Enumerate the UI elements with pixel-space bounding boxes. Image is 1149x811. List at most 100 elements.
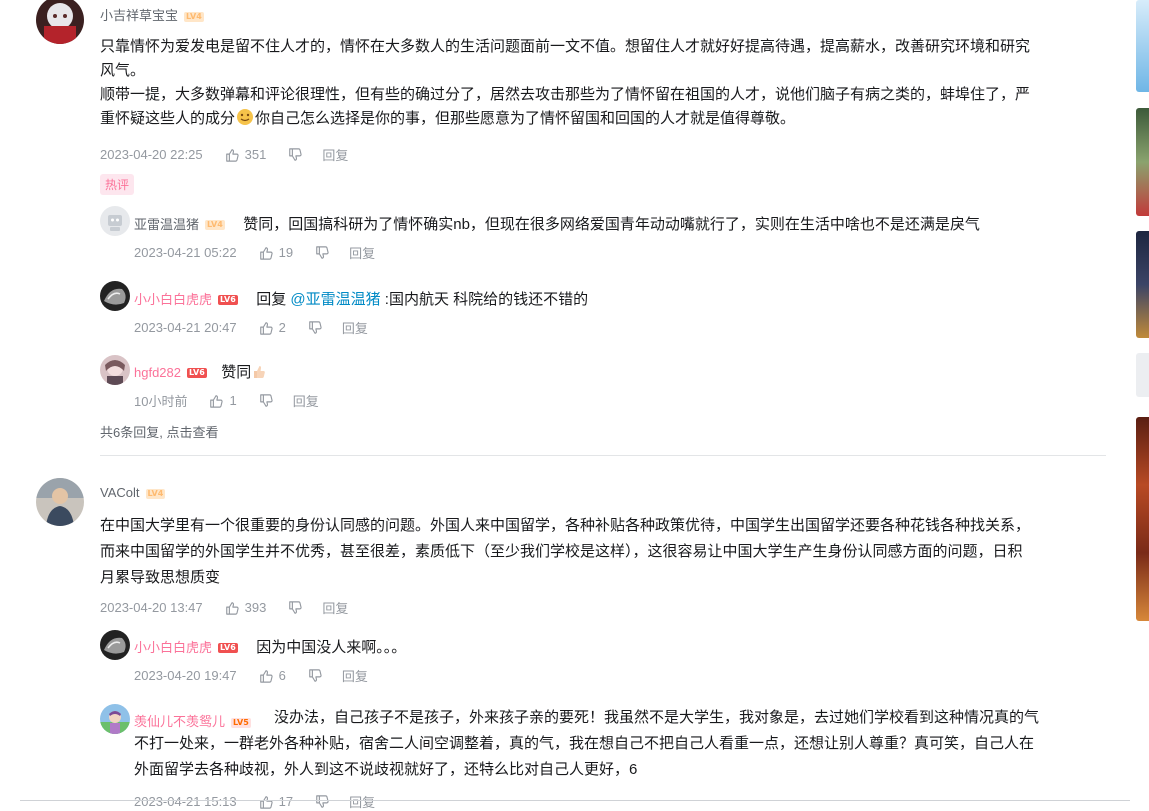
avatar[interactable] xyxy=(100,206,130,236)
recommend-thumbnail[interactable] xyxy=(1136,353,1149,397)
reply-button[interactable]: 回复 xyxy=(349,243,375,262)
like-count: 393 xyxy=(244,600,267,615)
dislike-button[interactable] xyxy=(308,668,322,683)
sub-reply-item: 亚雷温温猪 LV4 赞同，回国搞科研为了情怀确实nb，但现在很多网络爱国青年动动嘴… xyxy=(100,206,1100,266)
thumb-down-icon xyxy=(289,600,302,614)
avatar[interactable] xyxy=(36,478,84,526)
timestamp: 2023-04-20 19:47 xyxy=(134,668,237,683)
comment-text-segment: 重怀疑这些人的成分 xyxy=(100,110,236,127)
reply-text-body: :国内航天 科院给的钱还不错的 xyxy=(380,291,589,308)
reply-text: 因为中国没人来啊。。。 xyxy=(256,639,407,656)
thumb-up-icon xyxy=(210,394,224,408)
reply-button[interactable]: 回复 xyxy=(293,391,319,410)
thumbs-up-emoji-icon xyxy=(251,363,267,379)
username[interactable]: hgfd282 xyxy=(134,365,181,380)
dislike-button[interactable] xyxy=(259,393,273,408)
comment-item: 小吉祥草宝宝 LV4 只靠情怀为爱发电是留不住人才的，情怀在大多数人的生活问题面前… xyxy=(36,0,1106,440)
level-badge: LV4 xyxy=(184,11,204,22)
username[interactable]: 小小白白虎虎 xyxy=(134,292,212,307)
level-badge: LV6 xyxy=(187,367,207,378)
reply-line: hgfd282 LV6 赞同 xyxy=(134,361,267,385)
username-text[interactable]: 小吉祥草宝宝 xyxy=(100,8,178,23)
timestamp: 2023-04-20 13:47 xyxy=(100,600,203,615)
level-badge: LV4 xyxy=(205,219,225,230)
thumb-up-icon xyxy=(259,246,273,260)
sub-reply-item: 小小白白虎虎 LV6 因为中国没人来啊。。。 2023-04-20 19:47 6… xyxy=(100,630,1100,690)
dislike-button[interactable] xyxy=(288,600,302,615)
reply-button[interactable]: 回复 xyxy=(322,145,348,164)
avatar[interactable] xyxy=(100,281,130,311)
comment-text-line: 顺带一提，大多数弹幕和评论很理性，但有些的确过分了，居然去攻击那些为了情怀留在祖… xyxy=(100,86,1031,103)
viewport-edge-divider xyxy=(20,800,1130,801)
comment-text: 只靠情怀为爱发电是留不住人才的，情怀在大多数人的生活问题面前一文不值。想留住人才… xyxy=(100,35,1110,131)
username[interactable]: 小小白白虎虎 xyxy=(134,640,212,655)
dislike-button[interactable] xyxy=(308,320,322,335)
comment-text: 在中国大学里有一个很重要的身份认同感的问题。外国人来中国留学，各种补贴各种政策优… xyxy=(100,514,1110,590)
like-count: 6 xyxy=(278,668,286,683)
thumb-down-icon xyxy=(309,668,322,682)
reply-meta: 10小时前 1 回复 xyxy=(134,391,319,410)
thumb-down-icon xyxy=(309,320,322,334)
reply-text-line: 外面留学去各种歧视，外人到这不说歧视就好了，还特么比对自己人更好，6 xyxy=(134,761,638,778)
recommend-thumbnail[interactable] xyxy=(1136,417,1149,621)
like-button[interactable]: 6 xyxy=(259,668,286,683)
dislike-button[interactable] xyxy=(315,245,329,260)
dislike-button[interactable] xyxy=(288,147,302,162)
sub-reply-item: hgfd282 LV6 赞同 10小时前 1 回复 xyxy=(100,355,1100,415)
username-text[interactable]: VAColt xyxy=(100,485,140,500)
recommend-thumbnail[interactable] xyxy=(1136,0,1149,92)
timestamp: 10小时前 xyxy=(134,394,188,409)
dislike-button[interactable] xyxy=(315,794,329,809)
reply-button[interactable]: 回复 xyxy=(322,598,348,617)
comment-text-line: 风气。 xyxy=(100,62,146,79)
comment-meta: 2023-04-20 13:47 393 回复 xyxy=(100,598,348,617)
reply-button[interactable]: 回复 xyxy=(342,318,368,337)
username[interactable]: VAColt LV4 xyxy=(100,485,166,500)
thumb-up-icon xyxy=(225,601,239,615)
level-badge: LV4 xyxy=(145,488,166,499)
thumb-up-icon xyxy=(259,669,273,683)
reply-text-line: 不打一处来，一群老外各种补贴，宿舍二人间空调整着，真的气，我在想自己不把自己人看… xyxy=(134,735,1035,752)
hot-comment-tag: 热评 xyxy=(100,174,135,195)
emoji-icon xyxy=(236,108,254,126)
comment-text-line: 重怀疑这些人的成分 你自己怎么选择是你的事，但那些愿意为了情怀留国和回国的人才就是… xyxy=(100,107,1110,131)
level-badge: LV6 xyxy=(218,294,238,305)
like-button[interactable]: 17 xyxy=(259,794,293,809)
reply-button[interactable]: 回复 xyxy=(349,792,375,811)
level-badge: LV6 xyxy=(218,642,238,653)
reply-line: 亚雷温温猪 LV4 赞同，回国搞科研为了情怀确实nb，但现在很多网络爱国青年动动嘴… xyxy=(134,213,980,237)
comment-meta: 2023-04-20 22:25 351 回复 xyxy=(100,145,348,164)
avatar[interactable] xyxy=(100,355,130,385)
username[interactable]: 小吉祥草宝宝 LV4 xyxy=(100,5,204,24)
recommend-thumbnail[interactable] xyxy=(1136,231,1149,338)
mention-link[interactable]: @亚雷温温猪 xyxy=(290,291,380,308)
like-button[interactable]: 393 xyxy=(225,600,267,615)
reply-meta: 2023-04-21 15:13 17 回复 xyxy=(134,792,375,811)
timestamp: 2023-04-21 15:13 xyxy=(134,794,237,809)
comment-text-segment: 你自己怎么选择是你的事，但那些愿意为了情怀留国和回国的人才就是值得尊敬。 xyxy=(255,110,796,127)
view-more-replies[interactable]: 共6条回复, 点击查看 xyxy=(100,422,218,441)
like-button[interactable]: 1 xyxy=(209,393,237,408)
thumb-up-icon xyxy=(225,148,239,162)
recommend-thumbnail[interactable] xyxy=(1136,108,1149,216)
timestamp: 2023-04-21 05:22 xyxy=(134,245,237,260)
reply-line: 小小白白虎虎 LV6 因为中国没人来啊。。。 xyxy=(134,636,406,660)
like-count: 2 xyxy=(278,320,286,335)
reply-prefix: 回复 xyxy=(256,291,291,308)
username[interactable]: 亚雷温温猪 xyxy=(134,217,199,232)
avatar[interactable] xyxy=(100,630,130,660)
like-button[interactable]: 19 xyxy=(259,245,293,260)
avatar[interactable] xyxy=(36,0,84,44)
reply-text: 没办法，自己孩子不是孩子，外来孩子亲的要死！我虽然不是大学生，我对象是，去过她们… xyxy=(134,706,1094,782)
like-count: 1 xyxy=(229,393,237,408)
avatar[interactable] xyxy=(100,704,130,734)
like-button[interactable]: 2 xyxy=(259,320,286,335)
like-count: 351 xyxy=(244,147,267,162)
comment-text-line: 月累导致思想质变 xyxy=(100,569,221,586)
like-count: 19 xyxy=(278,245,294,260)
reply-button[interactable]: 回复 xyxy=(342,666,368,685)
divider xyxy=(100,455,1106,456)
thumb-down-icon xyxy=(316,245,329,259)
comment-text-line: 而来中国留学的外国学生并不优秀，甚至很差，素质低下（至少我们学校是这样），这很容… xyxy=(100,543,1023,560)
like-button[interactable]: 351 xyxy=(225,147,267,162)
